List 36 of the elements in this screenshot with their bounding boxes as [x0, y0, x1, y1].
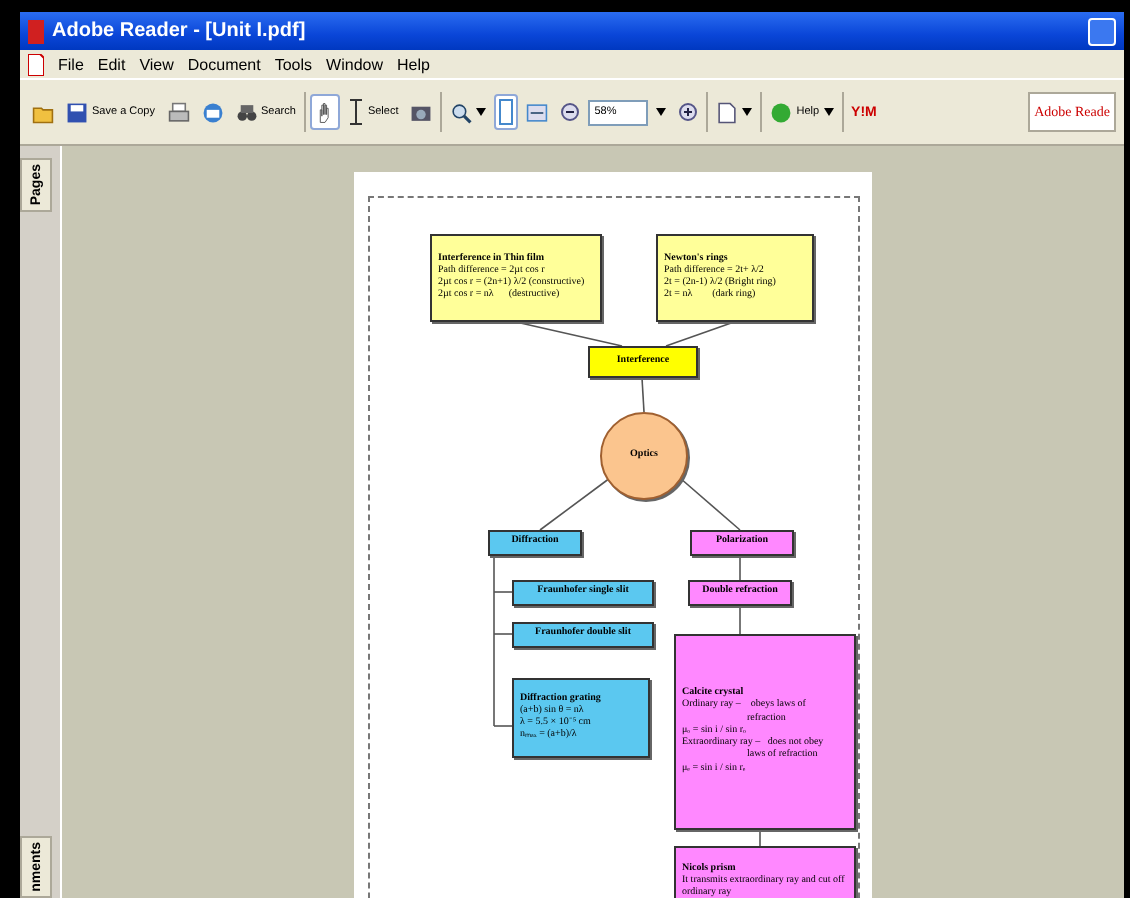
connector-line	[539, 477, 611, 531]
help-icon	[770, 101, 793, 123]
document-icon	[716, 101, 739, 123]
caret-icon	[823, 108, 834, 116]
camera-icon	[410, 101, 433, 123]
plus-icon	[678, 102, 699, 122]
menu-item[interactable]: Tools	[274, 55, 313, 73]
magnifier-icon	[450, 101, 473, 123]
window-title: Adobe Reader - [Unit I.pdf]	[52, 20, 308, 42]
page-icon	[498, 98, 515, 126]
connector-line	[679, 477, 741, 531]
menu-item[interactable]: Help	[397, 55, 430, 73]
menu-item[interactable]: View	[139, 55, 174, 73]
connector-line	[759, 829, 761, 847]
fit-width-icon	[526, 101, 549, 123]
app-icon	[28, 19, 44, 43]
menu-item[interactable]: File	[58, 55, 84, 73]
caret-icon	[476, 108, 487, 116]
connector-line	[665, 321, 735, 347]
caret-icon	[742, 108, 753, 116]
tool-button[interactable]	[309, 94, 340, 130]
menu-item[interactable]: Edit	[97, 55, 126, 73]
menu-item[interactable]: Document	[187, 55, 261, 73]
connector-line	[739, 555, 741, 581]
printer-icon	[167, 101, 189, 123]
globe-icon	[201, 101, 223, 123]
text-cursor-icon	[347, 98, 364, 126]
floppy-icon	[66, 101, 88, 123]
caret-icon	[656, 108, 667, 116]
minus-icon	[560, 102, 581, 122]
tool-button[interactable]	[494, 94, 519, 130]
connector-line	[739, 605, 741, 635]
binoculars-icon	[235, 101, 257, 123]
menu-item[interactable]: Window	[326, 55, 383, 73]
connector-line	[641, 377, 645, 413]
minimize-button[interactable]	[1088, 17, 1116, 45]
